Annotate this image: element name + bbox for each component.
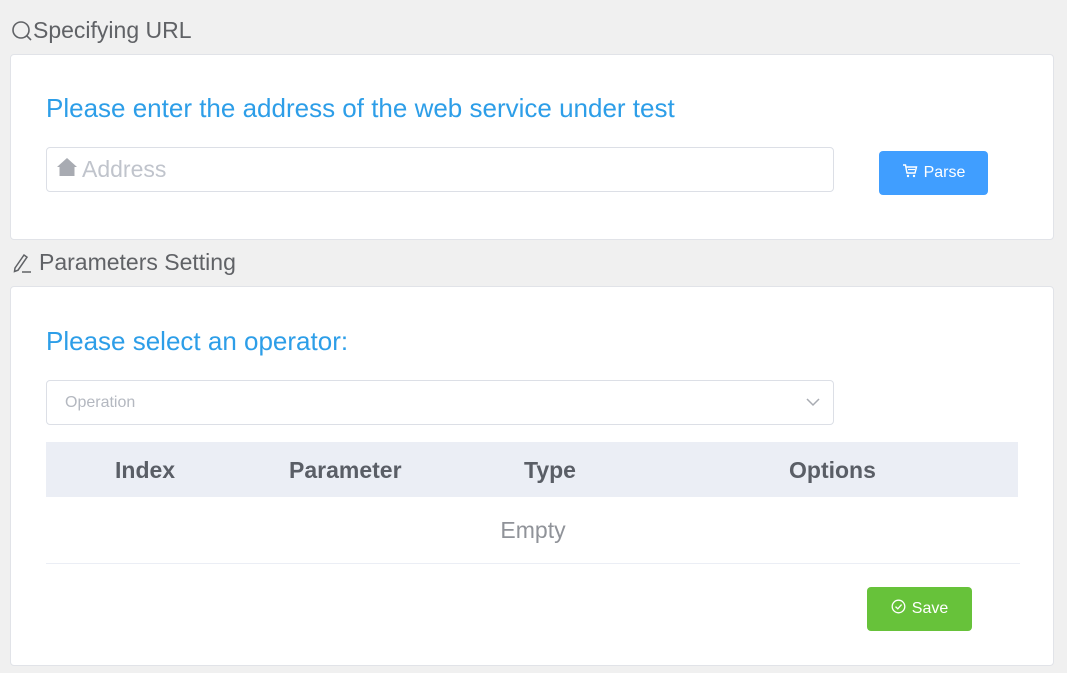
search-icon (11, 20, 33, 42)
address-input[interactable] (82, 156, 782, 183)
save-button-label: Save (911, 600, 949, 617)
section-title-url: Specifying URL (11, 17, 192, 44)
column-header-index: Index (115, 457, 176, 483)
column-header-type: Type (524, 457, 576, 483)
section-title-params: Parameters Setting (11, 249, 236, 276)
parameters-table: Index Parameter Type Options Empty (46, 442, 1020, 564)
chevron-down-icon (805, 394, 821, 412)
save-button[interactable]: Save (867, 587, 972, 631)
url-prompt: Please enter the address of the web serv… (46, 93, 675, 123)
operation-select-placeholder: Operation (65, 393, 136, 411)
operation-select[interactable]: Operation (46, 380, 834, 425)
table-empty-state: Empty (46, 497, 1020, 564)
address-field[interactable] (46, 147, 834, 192)
operator-prompt: Please select an operator: (46, 326, 349, 356)
check-circle-icon (891, 599, 906, 619)
column-header-parameter: Parameter (289, 457, 402, 483)
section-title-url-label: Specifying URL (33, 17, 192, 43)
parse-button[interactable]: Parse (879, 151, 988, 195)
params-card: Please select an operator: Operation Ind… (10, 286, 1054, 666)
table-header: Index Parameter Type Options (46, 442, 1018, 497)
column-header-options: Options (789, 457, 876, 483)
edit-pencil-icon (11, 252, 33, 274)
url-card: Please enter the address of the web serv… (10, 54, 1054, 240)
home-icon (56, 157, 78, 182)
section-title-params-label: Parameters Setting (39, 249, 236, 275)
parse-button-label: Parse (923, 164, 966, 181)
cart-icon (902, 163, 918, 183)
